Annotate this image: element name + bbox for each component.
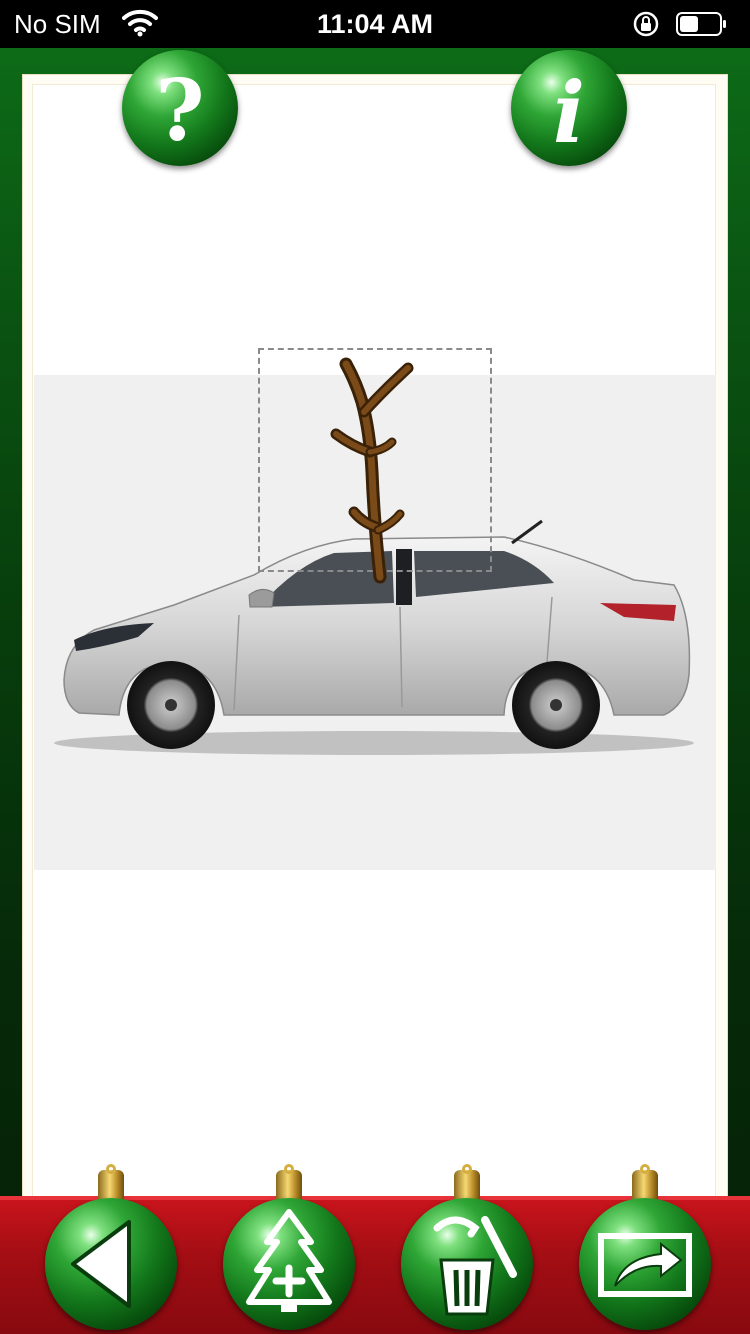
question-mark-icon: ?: [155, 61, 204, 160]
svg-text:i: i: [553, 63, 585, 162]
christmas-tree-add-icon: [246, 1209, 332, 1312]
trash-icon: [433, 1216, 517, 1316]
ornament-ball: [401, 1198, 533, 1330]
battery-icon: [676, 12, 726, 36]
share-icon: [598, 1233, 692, 1297]
ornament-ball: [579, 1198, 711, 1330]
add-sticker-button[interactable]: [223, 1164, 355, 1334]
antler-sticker[interactable]: [322, 352, 422, 584]
back-arrow-icon: [71, 1220, 131, 1308]
info-button[interactable]: i: [511, 50, 627, 166]
ornament-ball: [223, 1198, 355, 1330]
help-button[interactable]: ?: [122, 50, 238, 166]
info-icon: i: [553, 63, 585, 162]
share-button[interactable]: [579, 1164, 711, 1334]
rotation-lock-icon: [633, 11, 659, 37]
delete-button[interactable]: [401, 1164, 533, 1334]
back-button[interactable]: [45, 1164, 177, 1334]
svg-text:?: ?: [155, 61, 204, 160]
ornament-ball: [45, 1198, 177, 1330]
status-bar: No SIM 11:04 AM: [0, 0, 750, 48]
